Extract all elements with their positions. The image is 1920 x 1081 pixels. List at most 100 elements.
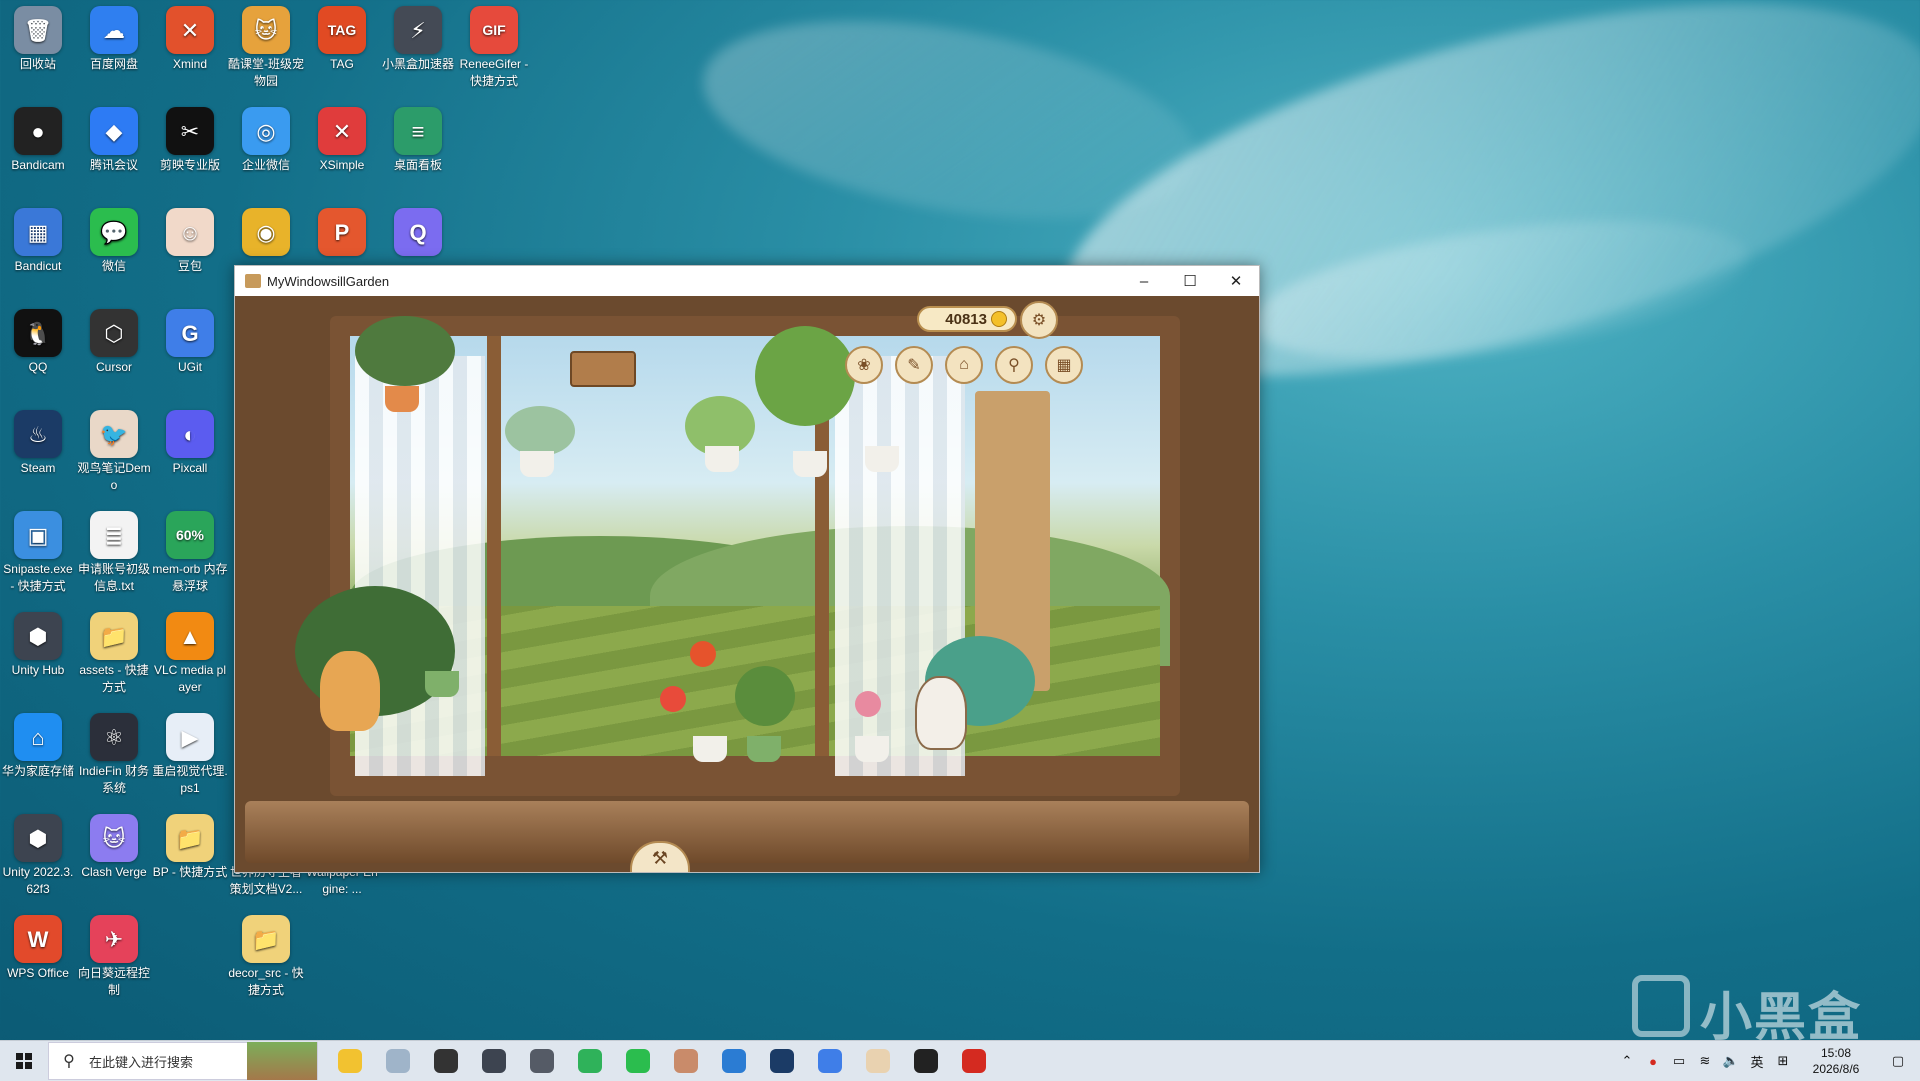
- desktop-icon[interactable]: 💬 微信: [76, 204, 152, 275]
- desktop-icon[interactable]: ✕ Xmind: [152, 2, 228, 73]
- desktop-icon[interactable]: 🐱 酷课堂-班级宠物园: [228, 2, 304, 90]
- desktop-icon[interactable]: 🗑 回收站: [0, 2, 76, 73]
- desktop-icon[interactable]: ◐ Pixcall: [152, 406, 228, 477]
- desktop-icon[interactable]: ✈ 向日葵远程控制: [76, 911, 152, 999]
- start-button[interactable]: [0, 1041, 48, 1081]
- hanging-pot[interactable]: [865, 446, 899, 472]
- desktop-icon[interactable]: GIF ReneeGifer - 快捷方式: [456, 2, 532, 90]
- flower[interactable]: [855, 691, 881, 717]
- clock[interactable]: 15:08 2026/8/6: [1796, 1045, 1876, 1077]
- desktop-icon[interactable]: 🐱 Clash Verge: [76, 810, 152, 881]
- taskbar-app-chatgpt[interactable]: [422, 1041, 470, 1081]
- keyboard-layout-icon[interactable]: ⊞: [1770, 1053, 1796, 1069]
- flower[interactable]: [660, 686, 686, 712]
- desktop-icon[interactable]: ☁ 百度网盘: [76, 2, 152, 73]
- desktop-icon[interactable]: P: [304, 204, 380, 258]
- desktop-icon[interactable]: ⚡ 小黑盒加速器: [380, 2, 456, 73]
- desktop-icon-label: ReneeGifer - 快捷方式: [459, 57, 529, 88]
- desktop-icon[interactable]: G UGit: [152, 305, 228, 376]
- desktop-icon[interactable]: TAG TAG: [304, 2, 380, 73]
- desktop-icon[interactable]: W WPS Office: [0, 911, 76, 982]
- ime-indicator[interactable]: 英: [1744, 1052, 1770, 1071]
- record-icon[interactable]: ●: [1640, 1054, 1666, 1069]
- desktop-icon[interactable]: ☺ 豆包: [152, 204, 228, 275]
- battery-icon[interactable]: ▭: [1666, 1053, 1692, 1069]
- desktop-icon[interactable]: 📁 BP - 快捷方式: [152, 810, 228, 881]
- desktop-icon[interactable]: ✕ XSimple: [304, 103, 380, 174]
- desktop-icon[interactable]: ✂ 剪映专业版: [152, 103, 228, 174]
- desktop-icon[interactable]: 📁 assets - 快捷方式: [76, 608, 152, 696]
- desktop-icon[interactable]: 🐧 QQ: [0, 305, 76, 376]
- wifi-icon[interactable]: ≋: [1692, 1053, 1718, 1069]
- plant-pot[interactable]: [693, 736, 727, 762]
- desktop-icon[interactable]: ◎ 企业微信: [228, 103, 304, 174]
- desktop-icon[interactable]: ≡ 桌面看板: [380, 103, 456, 174]
- volume-icon[interactable]: 🔈: [1718, 1053, 1744, 1069]
- desktop-icon[interactable]: Q: [380, 204, 456, 258]
- desktop-icon[interactable]: ⬢ Unity 2022.3.62f3: [0, 810, 76, 898]
- calico-cat[interactable]: [915, 676, 967, 750]
- plant-pot[interactable]: [425, 671, 459, 697]
- desktop-icon[interactable]: ▦ Bandicut: [0, 204, 76, 275]
- taskbar-app-ugit[interactable]: [806, 1041, 854, 1081]
- desktop-icon[interactable]: 🐦 观鸟笔记Demo: [76, 406, 152, 494]
- taskbar-app-bandicam-rec[interactable]: [950, 1041, 998, 1081]
- wooden-sign[interactable]: [570, 351, 636, 387]
- hanging-pot[interactable]: [520, 451, 554, 477]
- taskbar-app-bandicam-b[interactable]: [710, 1041, 758, 1081]
- taskbar-app-unity-hub[interactable]: [518, 1041, 566, 1081]
- settings-gear-icon[interactable]: ⚙: [1020, 301, 1058, 339]
- taskbar: ⚲ 在此键入进行搜索 ⌃ ● ▭ ≋ 🔈 英 ⊞ 15:08 2026/8/6 …: [0, 1040, 1920, 1081]
- desktop-icon[interactable]: ♨ Steam: [0, 406, 76, 477]
- hanging-pot[interactable]: [705, 446, 739, 472]
- desktop-icon[interactable]: ⬡ Cursor: [76, 305, 152, 376]
- orange-cat[interactable]: [320, 651, 380, 731]
- taskbar-app-garden-cat[interactable]: [854, 1041, 902, 1081]
- seed-icon[interactable]: ❀: [845, 346, 883, 384]
- pencil-icon[interactable]: ✎: [895, 346, 933, 384]
- desktop-icon[interactable]: ▲ VLC media player: [152, 608, 228, 696]
- plant-pot[interactable]: [855, 736, 889, 762]
- desktop-icon[interactable]: ⬢ Unity Hub: [0, 608, 76, 679]
- taskbar-app-wechat[interactable]: [614, 1041, 662, 1081]
- notification-icon[interactable]: ▢: [1876, 1053, 1920, 1069]
- taskbar-app-file-explorer[interactable]: [326, 1041, 374, 1081]
- taskbar-app-steam[interactable]: [758, 1041, 806, 1081]
- hanging-pot[interactable]: [385, 386, 419, 412]
- flower[interactable]: [690, 641, 716, 667]
- desktop-icon[interactable]: 60% mem-orb 内存悬浮球: [152, 507, 228, 595]
- taskbar-app-photos[interactable]: [374, 1041, 422, 1081]
- desktop-icon[interactable]: ⚛ IndieFin 财务系统: [76, 709, 152, 797]
- taskbar-search[interactable]: ⚲ 在此键入进行搜索: [48, 1042, 318, 1080]
- chevron-up-icon[interactable]: ⌃: [1614, 1053, 1640, 1069]
- close-button[interactable]: ✕: [1213, 266, 1259, 296]
- minimize-button[interactable]: –: [1121, 266, 1167, 296]
- hanging-plant[interactable]: [505, 406, 575, 456]
- desktop-icon[interactable]: ● Bandicam: [0, 103, 76, 174]
- maximize-button[interactable]: ☐: [1167, 266, 1213, 296]
- desktop-icon[interactable]: ▶ 重启视觉代理.ps1: [152, 709, 228, 797]
- desktop-icon-label: Cursor: [95, 360, 132, 374]
- game-window[interactable]: MyWindowsillGarden – ☐ ✕ 40813 ⚙ ❀ ✎ ⌂ ⚲…: [234, 265, 1260, 873]
- taskbar-app-messages[interactable]: [566, 1041, 614, 1081]
- taskbar-app-doubao[interactable]: [662, 1041, 710, 1081]
- desktop-icon[interactable]: 📁 decor_src - 快捷方式: [228, 911, 304, 999]
- desktop-icon[interactable]: ▣ Snipaste.exe - 快捷方式: [0, 507, 76, 595]
- desktop-icon[interactable]: ≣ 申请账号初级信息.txt: [76, 507, 152, 595]
- hanging-plant[interactable]: [755, 326, 855, 426]
- window-titlebar[interactable]: MyWindowsillGarden – ☐ ✕: [235, 266, 1259, 296]
- desktop-icon[interactable]: ⌂ 华为家庭存储: [0, 709, 76, 780]
- hanging-plant[interactable]: [355, 316, 455, 386]
- shop-icon[interactable]: ⌂: [945, 346, 983, 384]
- taskbar-app-qq[interactable]: [902, 1041, 950, 1081]
- hanging-pot[interactable]: [793, 451, 827, 477]
- plant-pot[interactable]: [747, 736, 781, 762]
- potted-plant[interactable]: [735, 666, 795, 726]
- album-icon[interactable]: ▦: [1045, 346, 1083, 384]
- game-canvas[interactable]: 40813 ⚙ ❀ ✎ ⌂ ⚲ ▦ ⚒: [235, 296, 1259, 872]
- desktop-app-icon: ◎: [242, 107, 290, 155]
- desktop-icon[interactable]: ◆ 腾讯会议: [76, 103, 152, 174]
- desktop-icon[interactable]: ◉: [228, 204, 304, 258]
- taskbar-app-unity[interactable]: [470, 1041, 518, 1081]
- magnifier-icon[interactable]: ⚲: [995, 346, 1033, 384]
